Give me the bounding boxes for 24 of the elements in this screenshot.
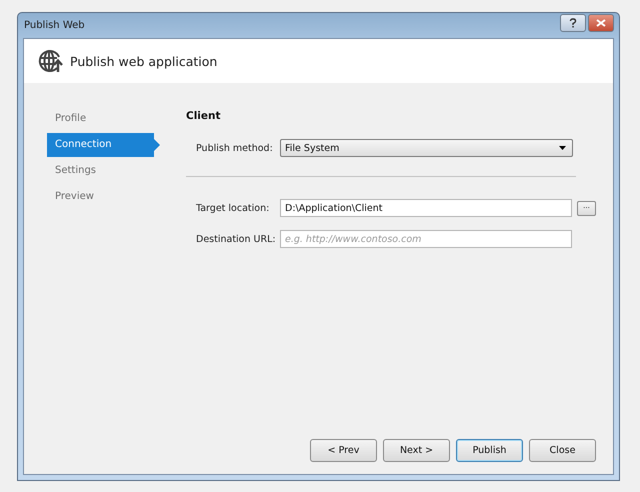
- close-icon: [596, 19, 606, 27]
- sidebar-item[interactable]: Connection: [47, 133, 160, 157]
- dialog-button[interactable]: Publish: [456, 439, 523, 462]
- close-button[interactable]: [588, 14, 614, 32]
- field-label: Destination URL:: [195, 234, 277, 244]
- dialog-button[interactable]: Close: [529, 439, 596, 462]
- target-location-field[interactable]: D:\Application\Client: [280, 199, 572, 217]
- help-button[interactable]: [560, 14, 586, 32]
- header-title: Publish web application: [70, 54, 218, 68]
- help-icon: [569, 18, 577, 28]
- field-label: Target location:: [195, 202, 270, 214]
- section-title: Client: [186, 110, 222, 124]
- dialog-button[interactable]: Next >: [383, 439, 450, 462]
- dialog-button[interactable]: < Prev: [310, 439, 377, 462]
- sidebar-item[interactable]: Profile: [47, 107, 154, 131]
- field-label: Publish method:: [195, 142, 274, 154]
- sidebar-item[interactable]: Preview: [47, 185, 154, 209]
- globe-upload-icon: [37, 48, 63, 74]
- destination-url-field[interactable]: e.g. http://www.contoso.com: [280, 230, 572, 248]
- publish-method-dropdown[interactable]: File System: [280, 139, 573, 157]
- browse-button[interactable]: ...: [577, 200, 596, 216]
- window-title: Publish Web: [23, 20, 85, 31]
- sidebar-item[interactable]: Settings: [47, 159, 154, 183]
- dropdown-arrow-icon: [559, 146, 566, 150]
